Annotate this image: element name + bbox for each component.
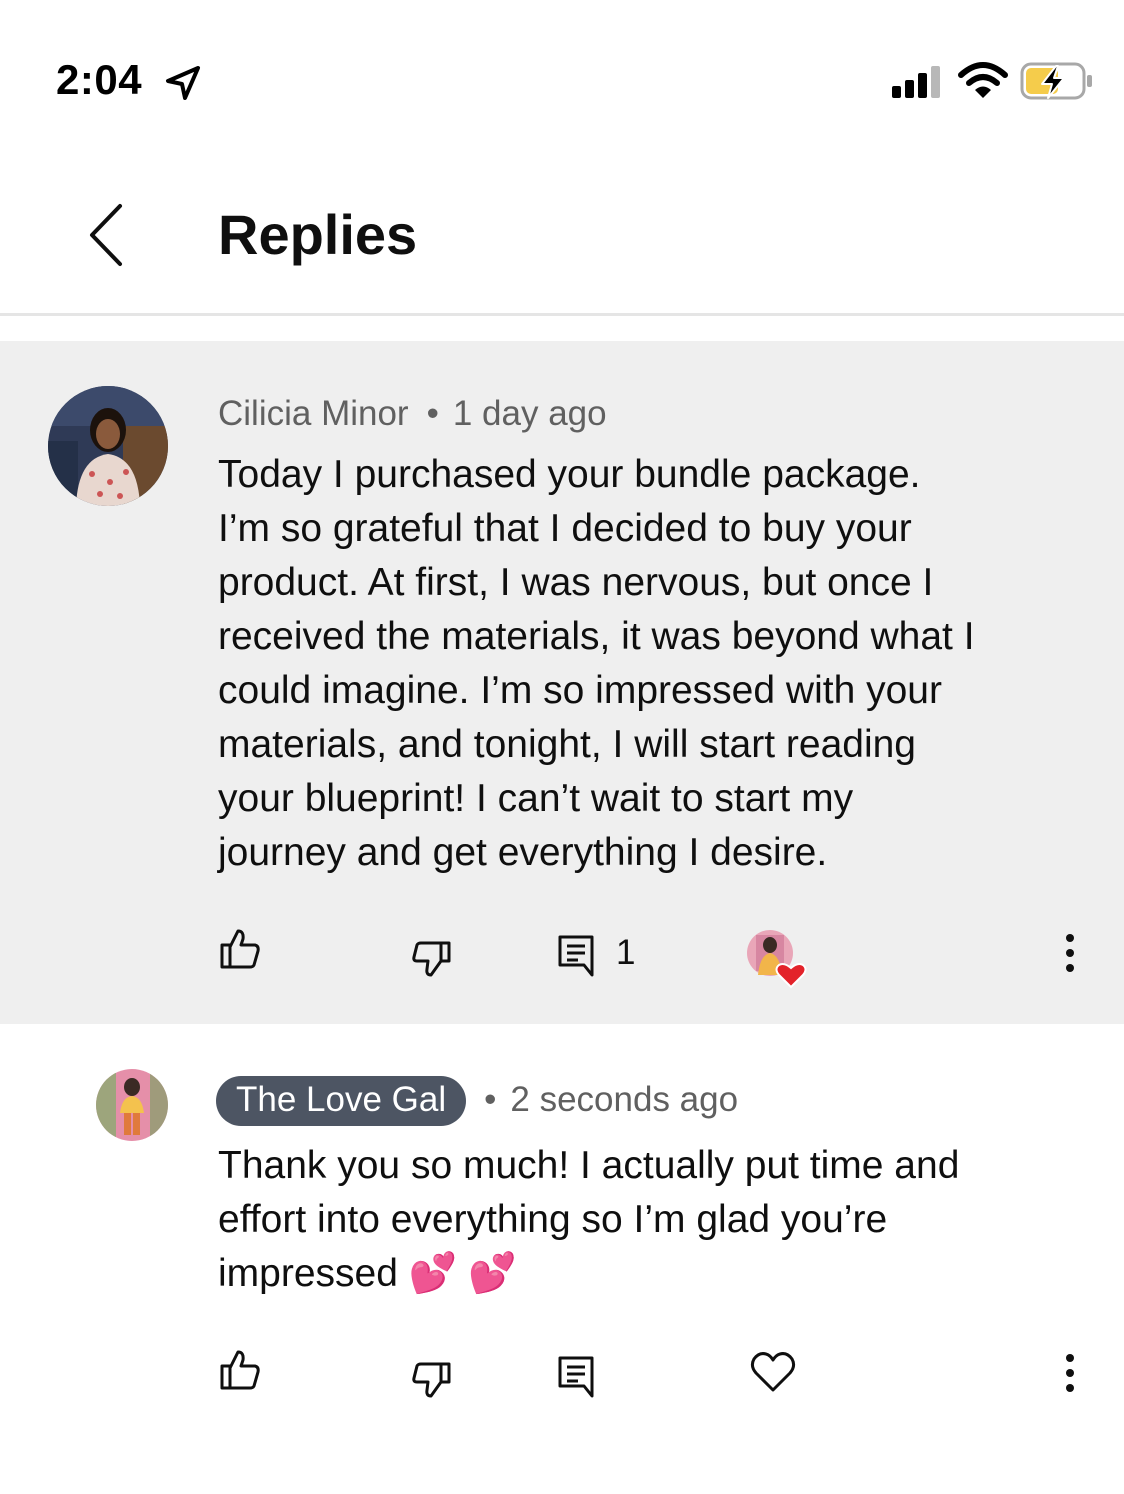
heart-button[interactable]	[750, 1350, 796, 1399]
thumbs-up-icon	[220, 1350, 260, 1390]
reply-text: Thank you so much! I actually put time a…	[218, 1139, 959, 1301]
comment-line: I’m so grateful that I decided to buy yo…	[218, 507, 912, 550]
reply-time: 2 seconds ago	[510, 1080, 739, 1119]
status-bar: 2:04	[0, 0, 1124, 150]
meta-separator: •	[426, 394, 439, 433]
like-button[interactable]	[218, 1348, 262, 1397]
creator-author-badge[interactable]: The Love Gal	[216, 1076, 467, 1126]
like-button[interactable]	[218, 927, 262, 976]
more-options-button[interactable]	[1060, 1353, 1080, 1398]
dislike-button[interactable]	[411, 939, 453, 984]
avatar[interactable]	[48, 386, 168, 506]
location-arrow-icon	[166, 66, 200, 100]
comment-meta: Cilicia Minor • 1 day ago	[218, 394, 607, 434]
creator-heart-icon	[747, 930, 807, 989]
avatar-photo	[96, 1069, 168, 1141]
heart-outline-icon	[750, 1352, 796, 1392]
reply-icon	[558, 935, 594, 977]
comment-text: Today I purchased your bundle package. I…	[218, 448, 975, 880]
reply-icon	[558, 1356, 594, 1398]
reply-avatar[interactable]	[96, 1069, 168, 1141]
avatar-photo	[48, 386, 168, 506]
header-divider	[0, 313, 1124, 316]
reply-meta: The Love Gal • 2 seconds ago	[216, 1076, 738, 1126]
chevron-left-icon	[90, 204, 122, 266]
more-vert-icon	[1066, 1354, 1074, 1392]
reply-button[interactable]	[556, 933, 596, 982]
replies-screen: 2:04 Replies Cilicia Minor • 1 day ago T…	[0, 0, 1124, 1494]
reply-count[interactable]: 1	[616, 933, 635, 973]
parent-comment: Cilicia Minor • 1 day ago Today I purchase…	[0, 341, 1124, 1024]
comment-line: received the materials, it was beyond wh…	[218, 615, 975, 658]
thumbs-up-icon	[220, 929, 260, 969]
reply-line: effort into everything so I’m glad you’r…	[218, 1198, 888, 1241]
signal-bars-icon	[892, 66, 940, 98]
reply-line: Thank you so much! I actually put time a…	[218, 1144, 960, 1187]
back-button[interactable]	[76, 200, 136, 270]
reply-line: impressed 💕 💕	[218, 1252, 517, 1295]
status-time: 2:04	[56, 56, 143, 103]
battery-charging-icon	[1020, 62, 1092, 100]
app-header: Replies	[0, 150, 1124, 316]
comment-author[interactable]: Cilicia Minor	[218, 394, 409, 433]
page-title: Replies	[218, 203, 418, 266]
dislike-button[interactable]	[411, 1360, 453, 1405]
comment-line: Today I purchased your bundle package.	[218, 453, 921, 496]
more-options-button[interactable]	[1060, 933, 1080, 978]
comment-line: could imagine. I’m so impressed with you…	[218, 669, 942, 712]
more-vert-icon	[1066, 934, 1074, 972]
creator-heart	[746, 929, 808, 996]
comment-line: your blueprint! I can’t wait to start my	[218, 777, 854, 820]
wifi-icon	[958, 62, 1008, 98]
comment-line: product. At first, I was nervous, but on…	[218, 561, 934, 604]
comment-line: materials, and tonight, I will start rea…	[218, 723, 917, 766]
thumbs-down-icon	[412, 941, 451, 977]
comment-time: 1 day ago	[452, 394, 607, 433]
comment-line: journey and get everything I desire.	[218, 831, 828, 874]
reply-button[interactable]	[556, 1354, 596, 1403]
thumbs-down-icon	[412, 1362, 451, 1398]
meta-separator: •	[484, 1080, 497, 1119]
